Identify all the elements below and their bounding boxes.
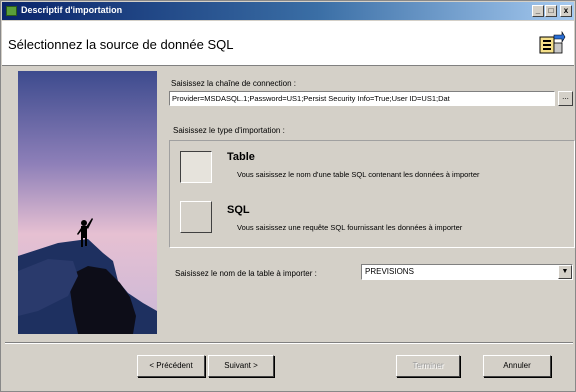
table-name-label: Saisissez le nom de la table à importer …: [175, 269, 317, 278]
title-bar[interactable]: Descriptif d'importation _ □ x: [2, 2, 574, 20]
wizard-hero-image: [18, 71, 157, 334]
sql-option-title: SQL: [227, 204, 250, 216]
table-name-select[interactable]: PREVISIONS ▼: [361, 264, 573, 280]
footer-divider: [5, 342, 573, 344]
table-option-button[interactable]: [180, 151, 212, 183]
table-option-description: Vous saisissez le nom d'une table SQL co…: [237, 170, 480, 179]
back-button[interactable]: < Précédent: [137, 355, 205, 377]
minimize-button[interactable]: _: [532, 5, 544, 17]
app-icon: [6, 6, 17, 16]
table-name-value: PREVISIONS: [365, 267, 414, 276]
next-button[interactable]: Suivant >: [208, 355, 274, 377]
connection-browse-button[interactable]: ...: [558, 91, 573, 106]
sql-option-button[interactable]: [180, 201, 212, 233]
import-wizard-window: Descriptif d'importation _ □ x Sélection…: [0, 0, 576, 392]
close-button[interactable]: x: [560, 5, 572, 17]
window-title: Descriptif d'importation: [21, 5, 123, 15]
connection-string-input[interactable]: Provider=MSDASQL.1;Password=US1;Persist …: [169, 91, 555, 106]
chevron-down-icon[interactable]: ▼: [558, 265, 572, 279]
finish-button[interactable]: Terminer: [396, 355, 460, 377]
import-type-panel: Table Vous saisissez le nom d'une table …: [169, 140, 575, 248]
sql-option-description: Vous saisissez une requête SQL fournissa…: [237, 223, 463, 232]
page-title: Sélectionnez la source de donnée SQL: [8, 37, 234, 52]
import-type-label: Saisissez le type d'importation :: [173, 126, 285, 135]
table-option-title: Table: [227, 151, 255, 163]
import-wizard-icon: [539, 30, 566, 54]
connection-string-label: Saisissez la chaîne de connection :: [171, 79, 296, 88]
wizard-header: Sélectionnez la source de donnée SQL: [2, 21, 574, 66]
maximize-button[interactable]: □: [545, 5, 557, 17]
cancel-button[interactable]: Annuler: [483, 355, 551, 377]
